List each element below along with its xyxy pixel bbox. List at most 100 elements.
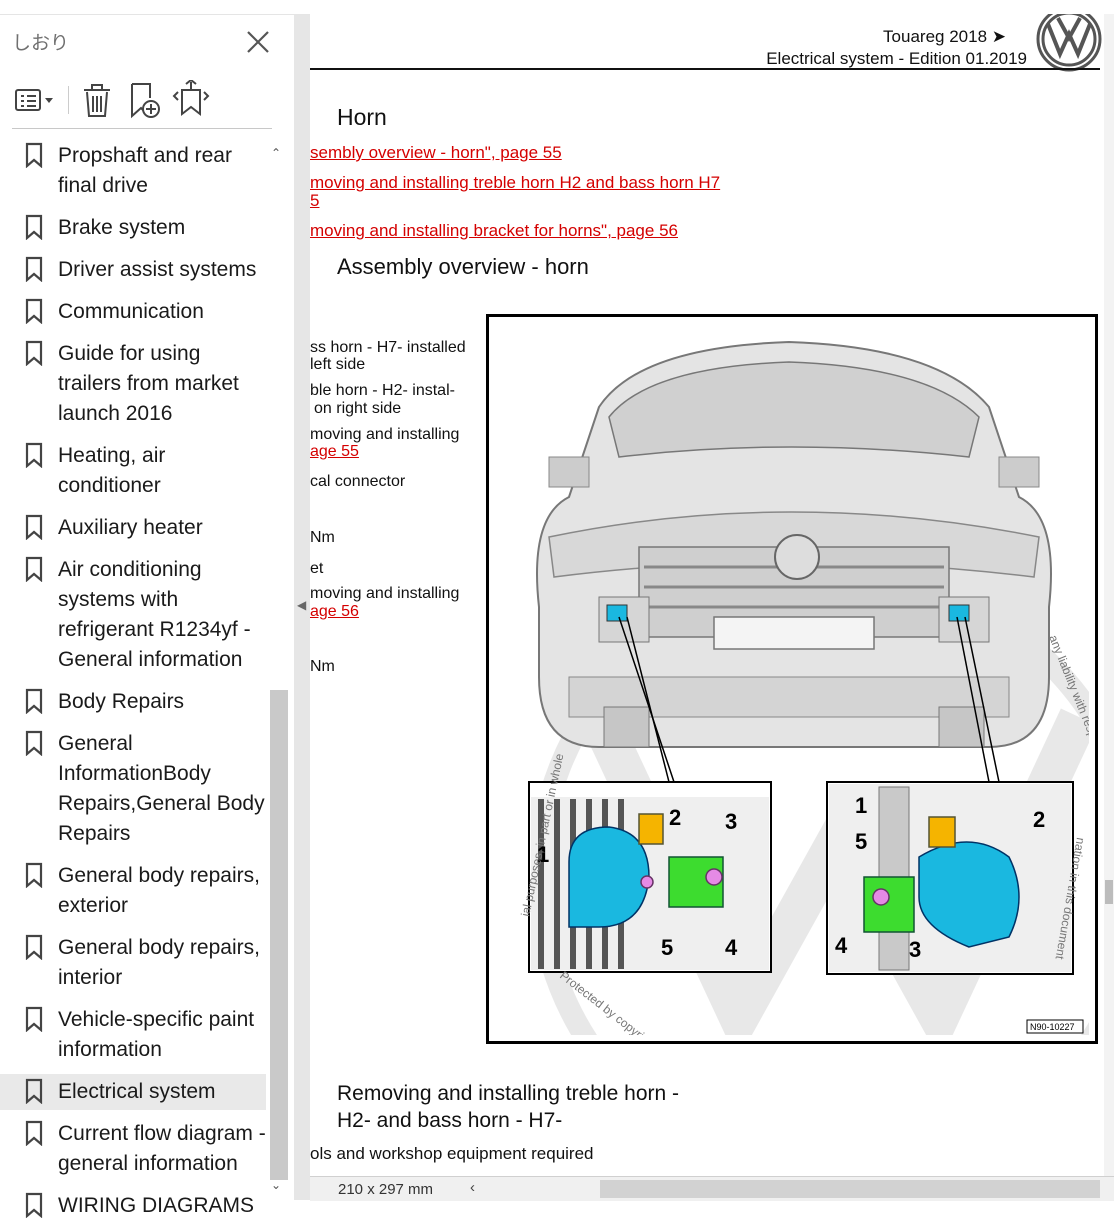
status-bar: 210 x 297 mm ‹ bbox=[310, 1176, 1114, 1201]
bookmarks-panel: しおり Propshaft and rear final drive Brake… bbox=[0, 0, 295, 1218]
bookmark-item[interactable]: Propshaft and rear final drive bbox=[0, 138, 266, 204]
link-assembly-overview[interactable]: sembly overview - horn", page 55 bbox=[310, 143, 562, 163]
bookmark-label: General body repairs, interior bbox=[58, 936, 260, 989]
bookmark-item[interactable]: General body repairs, interior bbox=[0, 930, 266, 996]
legend-link-page-55[interactable]: age 55 bbox=[310, 443, 359, 461]
callout-l5: 5 bbox=[661, 935, 673, 960]
removing-heading-line1: Removing and installing treble horn - bbox=[337, 1082, 680, 1105]
bookmark-icon bbox=[25, 1120, 43, 1146]
bookmark-label: Brake system bbox=[58, 216, 186, 239]
scroll-down-icon[interactable]: ⌄ bbox=[271, 1178, 281, 1192]
bookmark-item[interactable]: Brake system bbox=[0, 210, 266, 246]
bookmark-item[interactable]: Guide for using trailers from market lau… bbox=[0, 336, 266, 432]
bookmark-item[interactable]: Vehicle-specific paint information bbox=[0, 1002, 266, 1068]
bookmark-label: General body repairs, exterior bbox=[58, 864, 260, 917]
bookmark-icon bbox=[25, 934, 43, 960]
add-bookmark-icon[interactable] bbox=[126, 80, 162, 120]
bookmark-icon bbox=[25, 556, 43, 582]
bookmark-item[interactable]: WIRING DIAGRAMS bbox=[0, 1188, 266, 1224]
bookmark-item[interactable]: General body repairs, exterior bbox=[0, 858, 266, 924]
close-icon[interactable] bbox=[244, 28, 272, 56]
callout-r4: 4 bbox=[835, 933, 848, 958]
bookmark-label: Guide for using trailers from market lau… bbox=[58, 342, 239, 425]
collapse-panel-icon[interactable]: ◀ bbox=[297, 598, 306, 612]
bookmark-icon bbox=[25, 1078, 43, 1104]
bookmark-item[interactable]: General InformationBody Repairs,General … bbox=[0, 726, 266, 852]
bookmark-label: Body Repairs bbox=[58, 690, 185, 713]
bookmark-label: WIRING DIAGRAMS bbox=[58, 1194, 255, 1217]
legend-item-5-cont: moving and installing bbox=[310, 585, 460, 602]
bookmark-item[interactable]: Heating, air conditioner bbox=[0, 438, 266, 504]
horizontal-scroll-thumb[interactable] bbox=[600, 1180, 1100, 1198]
bookmark-list: Propshaft and rear final drive Brake syst… bbox=[0, 138, 266, 1224]
link-removing-bracket[interactable]: moving and installing bracket for horns"… bbox=[310, 221, 678, 241]
bookmark-icon bbox=[25, 256, 43, 282]
assembly-figure: 1 2 3 5 4 1 5 2 4 3 ial purposes, in par… bbox=[486, 314, 1098, 1044]
tools-required-text: ols and workshop equipment required bbox=[310, 1144, 594, 1163]
expand-bookmarks-icon[interactable] bbox=[172, 80, 210, 120]
options-menu-icon[interactable] bbox=[14, 80, 58, 120]
removing-installing-heading: Removing and installing treble horn - H2… bbox=[337, 1080, 679, 1134]
link-removing-horns-page[interactable]: 5 bbox=[310, 191, 319, 211]
legend-item-2: ble horn - H2- instal- bbox=[310, 382, 455, 399]
viewer-top-edge bbox=[0, 0, 1114, 15]
legend-item-1-cont: left side bbox=[310, 356, 366, 373]
legend-link-page-56[interactable]: age 56 bbox=[310, 603, 359, 621]
bookmark-icon bbox=[25, 442, 43, 468]
bookmark-item[interactable]: Current flow diagram - general informati… bbox=[0, 1116, 266, 1182]
bookmark-icon bbox=[25, 1192, 43, 1218]
bookmark-icon bbox=[25, 1006, 43, 1032]
bookmark-icon bbox=[25, 214, 43, 240]
bookmarks-title: しおり bbox=[12, 33, 70, 54]
document-scroll-thumb[interactable] bbox=[1105, 880, 1113, 904]
bookmark-label: Communication bbox=[58, 300, 204, 323]
bookmark-icon bbox=[25, 142, 43, 168]
callout-r1: 1 bbox=[855, 793, 867, 818]
bookmark-item[interactable]: Auxiliary heater bbox=[0, 510, 266, 546]
bookmark-icon bbox=[25, 688, 43, 714]
callout-l3: 3 bbox=[725, 809, 737, 834]
doc-header-edition: Electrical system - Edition 01.2019 bbox=[766, 49, 1027, 68]
bookmark-icon bbox=[25, 514, 43, 540]
bookmark-label: Air conditioning systems with refrigeran… bbox=[58, 558, 251, 671]
removing-heading-line2: H2- and bass horn - H7- bbox=[337, 1109, 563, 1132]
scroll-up-icon[interactable]: ⌃ bbox=[271, 146, 281, 160]
bookmark-item[interactable]: Body Repairs bbox=[0, 684, 266, 720]
callout-r5: 5 bbox=[855, 829, 867, 854]
bookmark-item[interactable]: Communication bbox=[0, 294, 266, 330]
document-page: Touareg 2018 ➤ Electrical system - Editi… bbox=[310, 14, 1114, 1176]
delete-icon[interactable] bbox=[80, 80, 114, 120]
legend-item-1: ss horn - H7- installed bbox=[310, 339, 466, 356]
assembly-overview-heading: Assembly overview - horn bbox=[337, 254, 589, 279]
vw-logo-icon bbox=[1036, 14, 1102, 72]
toolbar-separator bbox=[12, 128, 272, 129]
link-removing-horns[interactable]: moving and installing treble horn H2 and… bbox=[310, 173, 720, 193]
header-rule bbox=[310, 68, 1100, 70]
document-scrollbar[interactable] bbox=[1104, 14, 1114, 1176]
bass-horn-marker bbox=[606, 604, 628, 622]
bookmark-item[interactable]: Air conditioning systems with refrigeran… bbox=[0, 552, 266, 678]
figure-code: N90-10227 bbox=[1030, 1022, 1075, 1032]
callout-l4: 4 bbox=[725, 935, 738, 960]
bookmark-label: Driver assist systems bbox=[58, 258, 257, 281]
bookmark-label: Current flow diagram - general informati… bbox=[58, 1122, 266, 1175]
legend-item-torque-1: Nm bbox=[310, 529, 335, 546]
bookmark-icon bbox=[25, 340, 43, 366]
sidebar-scroll-thumb[interactable] bbox=[270, 690, 288, 1180]
bookmark-label: Electrical system bbox=[58, 1080, 216, 1103]
legend-item-5: et bbox=[310, 560, 324, 577]
bookmark-label: Auxiliary heater bbox=[58, 516, 203, 539]
bookmark-label: Propshaft and rear final drive bbox=[58, 144, 232, 197]
bookmarks-toolbar bbox=[0, 72, 294, 128]
bookmark-item[interactable]: Driver assist systems bbox=[0, 252, 266, 288]
callout-r3: 3 bbox=[909, 937, 921, 962]
bookmark-item[interactable]: Electrical system bbox=[0, 1074, 266, 1110]
callout-l2: 2 bbox=[669, 805, 681, 830]
legend-item-torque-2: Nm bbox=[310, 658, 335, 675]
bookmark-label: Heating, air conditioner bbox=[58, 444, 166, 497]
vehicle-front-view bbox=[536, 340, 1052, 748]
legend-item-4: cal connector bbox=[310, 473, 406, 490]
page-size-readout: 210 x 297 mm bbox=[338, 1181, 434, 1198]
scroll-left-icon[interactable]: ‹ bbox=[470, 1179, 475, 1196]
legend-item-2-cont: on right side bbox=[314, 400, 402, 417]
